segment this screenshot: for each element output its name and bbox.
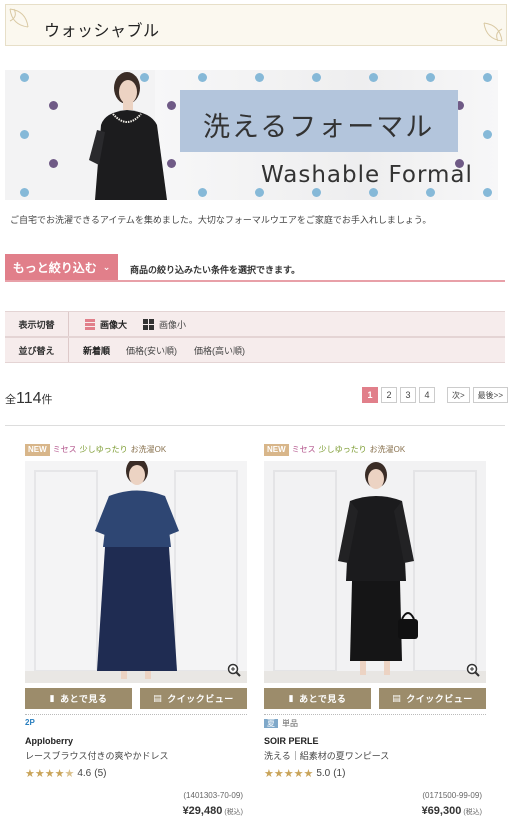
quick-view-button[interactable]: ▤ クイックビュー xyxy=(140,688,247,709)
sort-price-desc[interactable]: 価格(高い順) xyxy=(194,338,245,362)
page-title: ウォッシャブル xyxy=(44,23,160,40)
review-count[interactable]: (1) xyxy=(333,768,345,779)
last-page[interactable]: 最後>> xyxy=(472,387,509,403)
product-card[interactable]: NEW ミセス 少しゆったり お洗濯OK ▮ あとで見る ▤ クイックビュー 2… xyxy=(25,443,247,817)
product-brand[interactable]: SOIR PERLE xyxy=(264,736,319,746)
product-code: (1401303-70-09) xyxy=(183,791,243,800)
star-rating-icon: ★★★★★ xyxy=(264,768,314,780)
hero-title-jp: 洗えるフォーマル xyxy=(203,112,435,143)
product-image[interactable] xyxy=(264,461,486,683)
sort-label: 並び替え xyxy=(5,338,69,362)
page-4[interactable]: 4 xyxy=(419,387,435,403)
bookmark-icon: ▮ xyxy=(49,693,56,703)
single-item-label: 単品 xyxy=(282,719,298,728)
new-badge: NEW xyxy=(25,443,50,456)
filter-underline xyxy=(5,280,505,282)
tag-washable: お洗濯OK xyxy=(369,445,406,454)
price-value: ¥29,480 xyxy=(182,805,223,817)
ornament-icon xyxy=(483,22,503,42)
result-count-number: 114 xyxy=(16,390,42,407)
next-page[interactable]: 次> xyxy=(447,387,470,403)
product-price: ¥69,300 (税込) xyxy=(422,805,482,817)
view-small-label: 画像小 xyxy=(159,319,187,330)
product-price: ¥29,480 (税込) xyxy=(183,805,243,817)
result-count-suffix: 件 xyxy=(41,394,53,406)
quick-view-button[interactable]: ▤ クイックビュー xyxy=(379,688,486,709)
hero-title-en: Washable Formal xyxy=(261,162,473,188)
result-count: 全114件 xyxy=(5,390,53,408)
tag-missy: ミセス xyxy=(52,445,77,454)
product-name[interactable]: 洗える｜絽素材の夏ワンピース xyxy=(264,749,389,762)
result-count-prefix: 全 xyxy=(5,394,16,406)
product-actions: ▮ あとで見る ▤ クイックビュー xyxy=(264,688,486,709)
refine-button[interactable]: もっと絞り込む ⌄ xyxy=(5,254,118,281)
pagination: 1 2 3 4 次> 最後>> xyxy=(362,387,509,403)
product-rating: ★★★★★ 5.0 (1) xyxy=(264,767,345,780)
tax-label: (税込) xyxy=(224,809,243,816)
product-tags: NEW ミセス 少しゆったり お洗濯OK xyxy=(264,443,486,456)
zoom-icon[interactable] xyxy=(466,663,480,677)
rating-value: 4.6 xyxy=(77,768,92,779)
product-actions: ▮ あとで見る ▤ クイックビュー xyxy=(25,688,247,709)
quick-view-label: クイックビュー xyxy=(167,694,234,704)
tag-fit: 少しゆったり xyxy=(318,445,367,454)
product-tags: NEW ミセス 少しゆったり お洗濯OK xyxy=(25,443,247,456)
sort-newest[interactable]: 新着順 xyxy=(83,338,110,362)
watch-later-label: あとで見る xyxy=(60,694,108,704)
product-name[interactable]: レースブラウス付きの爽やかドレス xyxy=(25,749,169,762)
product-rating: ★★★★★ 4.6 (5) xyxy=(25,767,106,780)
product-image[interactable] xyxy=(25,461,247,683)
intro-text: ご自宅でお洗濯できるアイテムを集めました。大切なフォーマルウエアをご家庭でお手入… xyxy=(10,215,432,225)
product-code: (0171500-99-09) xyxy=(422,791,482,800)
model-photo xyxy=(89,72,167,200)
price-value: ¥69,300 xyxy=(421,805,462,817)
product-brand[interactable]: Apploberry xyxy=(25,736,73,746)
product-meta: 2P xyxy=(25,714,247,728)
watch-later-button[interactable]: ▮ あとで見る xyxy=(264,688,371,709)
view-toggle-label: 表示切替 xyxy=(5,312,69,336)
chevron-down-icon: ⌄ xyxy=(102,262,111,272)
view-large-label: 画像大 xyxy=(100,319,128,330)
list-view-icon xyxy=(85,318,95,330)
quick-view-icon: ▤ xyxy=(392,693,402,703)
review-count[interactable]: (5) xyxy=(94,768,106,779)
new-badge: NEW xyxy=(264,443,289,456)
watch-later-label: あとで見る xyxy=(299,694,347,704)
sort-bar: 並び替え 新着順 価格(安い順) 価格(高い順) xyxy=(5,337,505,363)
refine-button-label: もっと絞り込む xyxy=(12,261,97,275)
grid-view-icon xyxy=(143,318,154,330)
bookmark-icon: ▮ xyxy=(288,693,295,703)
ornament-icon xyxy=(9,8,29,28)
piece-count-badge: 2P xyxy=(25,718,35,727)
watch-later-button[interactable]: ▮ あとで見る xyxy=(25,688,132,709)
season-badge: 夏 xyxy=(264,719,278,728)
product-card[interactable]: NEW ミセス 少しゆったり お洗濯OK ▮ あとで見る ▤ クイックビュー 夏… xyxy=(264,443,486,817)
view-small-option[interactable]: 画像小 xyxy=(143,312,186,336)
page-3[interactable]: 3 xyxy=(400,387,416,403)
rating-value: 5.0 xyxy=(316,768,331,779)
tag-missy: ミセス xyxy=(291,445,316,454)
page-1[interactable]: 1 xyxy=(362,387,378,403)
hero-banner: 洗えるフォーマル Washable Formal xyxy=(5,70,498,200)
category-header: ウォッシャブル xyxy=(5,4,507,46)
product-meta: 夏単品 xyxy=(264,714,486,728)
tag-washable: お洗濯OK xyxy=(130,445,167,454)
quick-view-label: クイックビュー xyxy=(406,694,473,704)
quick-view-icon: ▤ xyxy=(153,693,163,703)
view-toggle-bar: 表示切替 画像大 画像小 xyxy=(5,311,505,337)
tax-label: (税込) xyxy=(463,809,482,816)
view-large-option[interactable]: 画像大 xyxy=(85,312,127,336)
divider xyxy=(5,425,505,426)
zoom-icon[interactable] xyxy=(227,663,241,677)
sort-price-asc[interactable]: 価格(安い順) xyxy=(126,338,177,362)
filter-hint: 商品の絞り込みたい条件を選択できます。 xyxy=(130,265,301,275)
star-rating-icon: ★★★★★ xyxy=(25,768,75,780)
page-2[interactable]: 2 xyxy=(381,387,397,403)
tag-fit: 少しゆったり xyxy=(79,445,128,454)
